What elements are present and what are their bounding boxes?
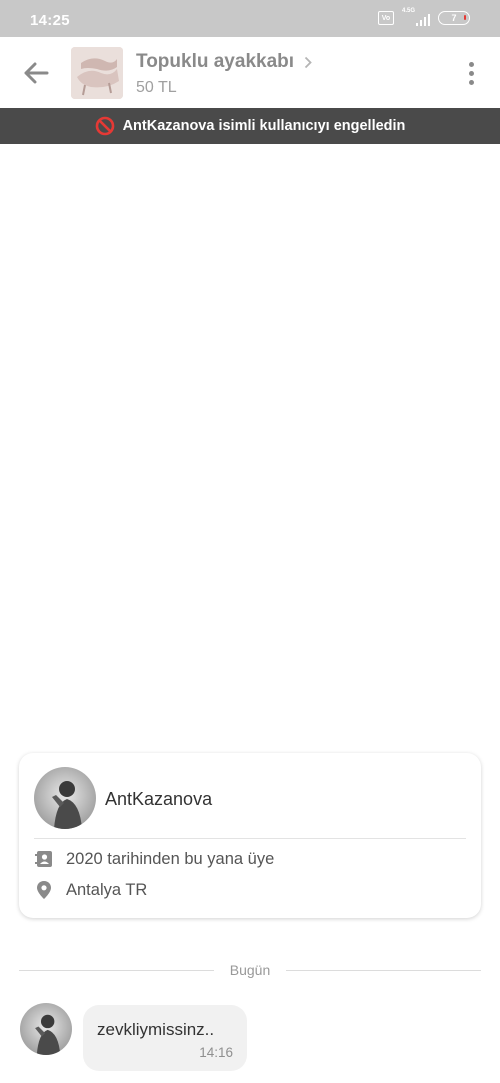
- product-thumbnail[interactable]: [71, 47, 123, 99]
- member-since-row: 2020 tarihinden bu yana üye: [34, 849, 274, 869]
- chevron-right-icon: [304, 56, 312, 68]
- product-title-row[interactable]: Topuklu ayakkabı: [136, 51, 312, 73]
- status-time: 14:25: [30, 12, 70, 29]
- profile-username: AntKazanova: [105, 789, 213, 809]
- location-pin-icon: [37, 881, 51, 899]
- message-bubble[interactable]: zevkliymissinz.. 14:16: [83, 1005, 247, 1071]
- user-profile-card[interactable]: AntKazanova 2020 tarihinden bu yana üye …: [19, 753, 481, 918]
- member-since-text: 2020 tarihinden bu yana üye: [66, 849, 275, 868]
- battery-low-indicator: [464, 15, 466, 20]
- back-arrow-icon: [24, 62, 49, 84]
- status-bar: 14:25 Vo 4.5G 7: [0, 0, 500, 37]
- more-options-button[interactable]: [460, 57, 482, 89]
- day-separator-label: Bugün: [229, 962, 271, 978]
- status-icons: Vo 4.5G 7: [378, 8, 470, 26]
- day-separator: Bugün: [19, 960, 482, 980]
- contact-card-icon: [35, 851, 52, 867]
- signal-icon: 4.5G: [402, 8, 430, 26]
- block-icon: [95, 116, 114, 136]
- product-price: 50 TL: [136, 79, 177, 96]
- volte-icon: Vo: [378, 11, 394, 25]
- user-avatar[interactable]: [34, 767, 96, 829]
- message-text: zevkliymissinz..: [97, 1020, 215, 1039]
- message-time: 14:16: [199, 1045, 233, 1060]
- location-row: Antalya TR: [34, 880, 147, 900]
- blocked-user-text: AntKazanova isimli kullanıcıyı engelledi…: [122, 118, 406, 134]
- blocked-user-banner: AntKazanova isimli kullanıcıyı engelledi…: [0, 108, 500, 144]
- back-button[interactable]: [20, 57, 52, 89]
- battery-icon: 7: [438, 11, 470, 25]
- network-type-label: 4.5G: [402, 8, 416, 14]
- chat-header: Topuklu ayakkabı 50 TL: [0, 37, 500, 108]
- more-vert-icon: [468, 61, 474, 67]
- card-divider: [34, 838, 466, 839]
- battery-level: 7: [451, 13, 457, 23]
- location-text: Antalya TR: [66, 880, 148, 899]
- product-title: Topuklu ayakkabı: [136, 51, 295, 72]
- sender-avatar[interactable]: [20, 1003, 72, 1055]
